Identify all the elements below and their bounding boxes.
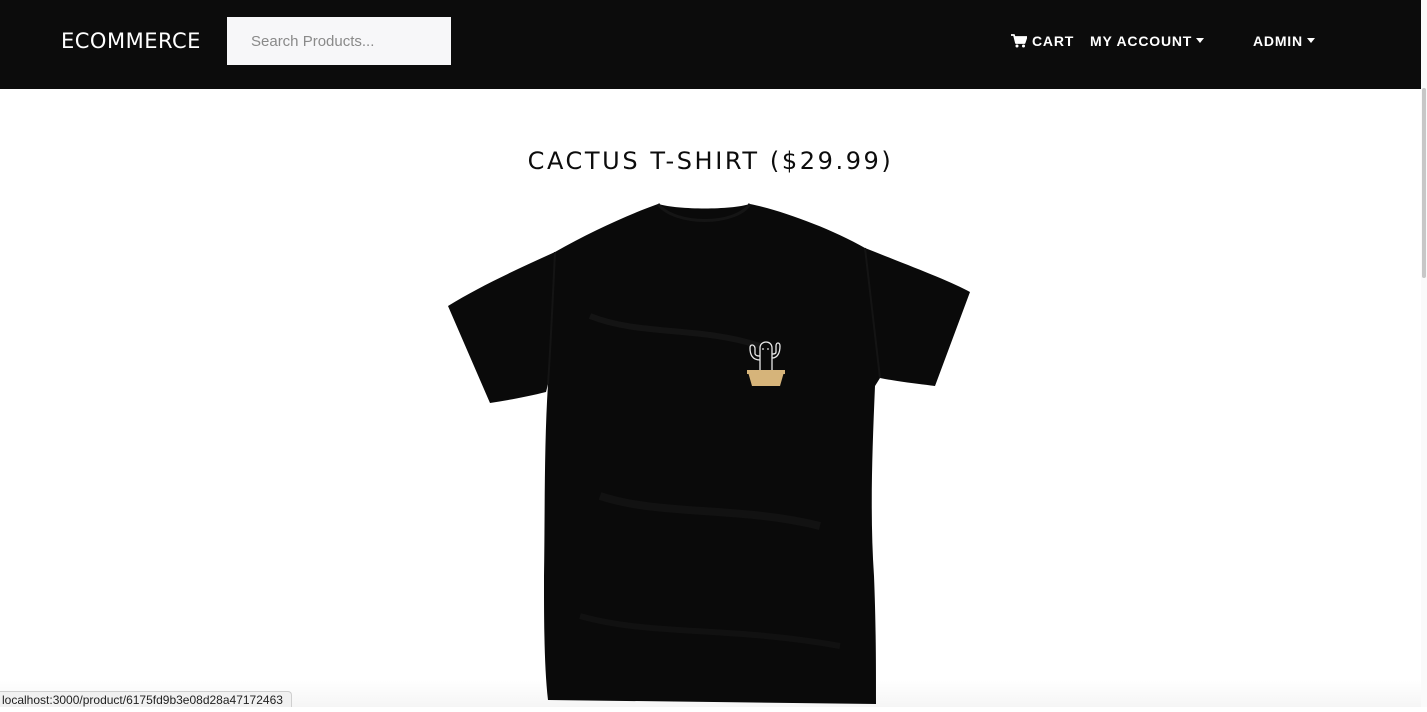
brand-logo[interactable]: ECOMMERCE — [61, 28, 201, 54]
my-account-dropdown[interactable]: MY ACCOUNT — [1090, 32, 1205, 50]
tshirt-image — [448, 202, 970, 704]
browser-status-bar: localhost:3000/product/6175fd9b3e08d28a4… — [0, 691, 292, 707]
top-navbar: ECOMMERCE CART MY ACCOUNT ADMIN — [0, 0, 1421, 89]
page-scrollbar[interactable] — [1421, 0, 1427, 707]
cart-link[interactable]: CART — [1011, 32, 1074, 50]
my-account-label: MY ACCOUNT — [1090, 33, 1193, 49]
cart-label: CART — [1032, 33, 1075, 49]
admin-dropdown[interactable]: ADMIN — [1253, 32, 1315, 50]
chevron-down-icon — [1196, 37, 1205, 43]
shopping-cart-icon — [1011, 34, 1027, 48]
admin-label: ADMIN — [1253, 33, 1303, 49]
product-image — [440, 196, 980, 707]
product-title: CACTUS T-SHIRT ($29.99) — [527, 147, 894, 176]
search-input[interactable] — [227, 17, 451, 65]
chevron-down-icon — [1306, 37, 1315, 43]
scrollbar-thumb[interactable] — [1422, 88, 1426, 278]
